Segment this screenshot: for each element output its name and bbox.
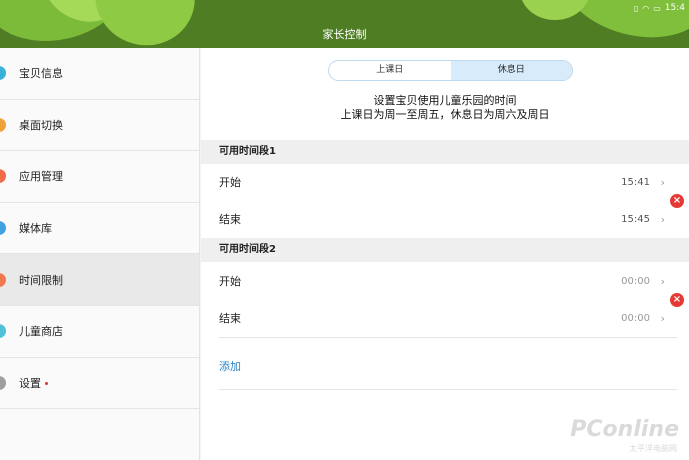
media-library-icon — [0, 221, 6, 236]
description-line: 上课日为周一至周五，休息日为周六及周日 — [340, 108, 550, 121]
page-title: 家长控制 — [322, 28, 367, 41]
sidebar-item-label: 桌面切换 — [19, 118, 63, 132]
tab-school-day[interactable]: 上课日 — [329, 61, 451, 80]
chevron-right-icon: › — [660, 274, 665, 288]
settings-icon — [0, 375, 6, 390]
sidebar-item-settings[interactable]: 设置 — [0, 358, 199, 410]
period-1-start-row[interactable]: 开始 15:41 › — [201, 164, 689, 200]
sidebar-item-label: 应用管理 — [19, 170, 63, 184]
period-2-end-row[interactable]: 结束 00:00 › — [201, 300, 689, 336]
add-period-link[interactable]: 添加 — [219, 358, 241, 374]
sidebar-item-label: 设置 — [19, 376, 41, 390]
app-management-icon — [0, 169, 6, 184]
sidebar-item-media-library[interactable]: 媒体库 — [0, 203, 199, 255]
divider — [219, 337, 677, 338]
baby-info-icon — [0, 66, 6, 81]
sidebar-item-label: 宝贝信息 — [19, 67, 63, 81]
description-line: 设置宝贝使用儿童乐园的时间 — [373, 94, 517, 107]
end-label: 结束 — [219, 213, 241, 226]
sidebar-item-baby-info[interactable]: 宝贝信息 — [0, 48, 199, 100]
sidebar-item-time-limit[interactable]: 时间限制 — [0, 254, 199, 306]
start-time-value: 00:00 — [621, 275, 650, 287]
chevron-right-icon: › — [660, 212, 665, 226]
period-1-end-row[interactable]: 结束 15:45 › — [201, 201, 689, 237]
chevron-right-icon: › — [660, 175, 665, 189]
time-limit-icon — [0, 272, 6, 287]
end-label: 结束 — [219, 312, 241, 325]
header-bar: 家长控制 ▯ ◠ ▭ 15:4 — [0, 0, 689, 48]
sidebar-item-app-management[interactable]: 应用管理 — [0, 151, 199, 203]
start-label: 开始 — [219, 275, 241, 288]
watermark-subtext: 太平洋电脑网 — [629, 444, 677, 453]
end-time-value: 15:45 — [621, 213, 650, 225]
divider — [219, 389, 677, 390]
start-label: 开始 — [219, 176, 241, 189]
period-2-header: 可用时间段2 — [201, 238, 689, 262]
sidebar: 宝贝信息 桌面切换 应用管理 媒体库 时间限制 儿童商店 设置 — [0, 48, 200, 460]
leaf-decoration — [520, 0, 590, 20]
period-2-start-row[interactable]: 开始 00:00 › — [201, 263, 689, 299]
chevron-right-icon: › — [660, 311, 665, 325]
status-bar: ▯ ◠ ▭ 15:4 — [634, 3, 685, 13]
vibrate-icon: ▯ — [633, 3, 639, 13]
status-time: 15:4 — [664, 3, 685, 13]
sidebar-item-label-wrap: 设置 — [19, 375, 48, 391]
sidebar-item-label: 媒体库 — [19, 222, 52, 236]
sidebar-item-label: 儿童商店 — [19, 325, 63, 339]
desktop-switch-icon — [0, 117, 6, 132]
tab-rest-day[interactable]: 休息日 — [450, 61, 572, 80]
kids-store-icon — [0, 324, 6, 339]
wifi-icon: ◠ — [642, 3, 650, 13]
notification-badge — [45, 382, 48, 386]
battery-icon: ▭ — [653, 3, 661, 13]
end-time-value: 00:00 — [621, 312, 650, 324]
time-limit-panel: 上课日 休息日 设置宝贝使用儿童乐园的时间 上课日为周一至周五，休息日为周六及周… — [201, 48, 689, 460]
day-type-segmented-control: 上课日 休息日 — [328, 60, 573, 81]
watermark-logo: PConline — [570, 417, 679, 442]
start-time-value: 15:41 — [621, 176, 650, 188]
sidebar-item-desktop-switch[interactable]: 桌面切换 — [0, 100, 199, 152]
sidebar-item-kids-store[interactable]: 儿童商店 — [0, 306, 199, 358]
period-1-header: 可用时间段1 — [201, 140, 689, 164]
sidebar-item-label: 时间限制 — [19, 273, 63, 287]
description: 设置宝贝使用儿童乐园的时间 上课日为周一至周五，休息日为周六及周日 — [201, 94, 689, 122]
